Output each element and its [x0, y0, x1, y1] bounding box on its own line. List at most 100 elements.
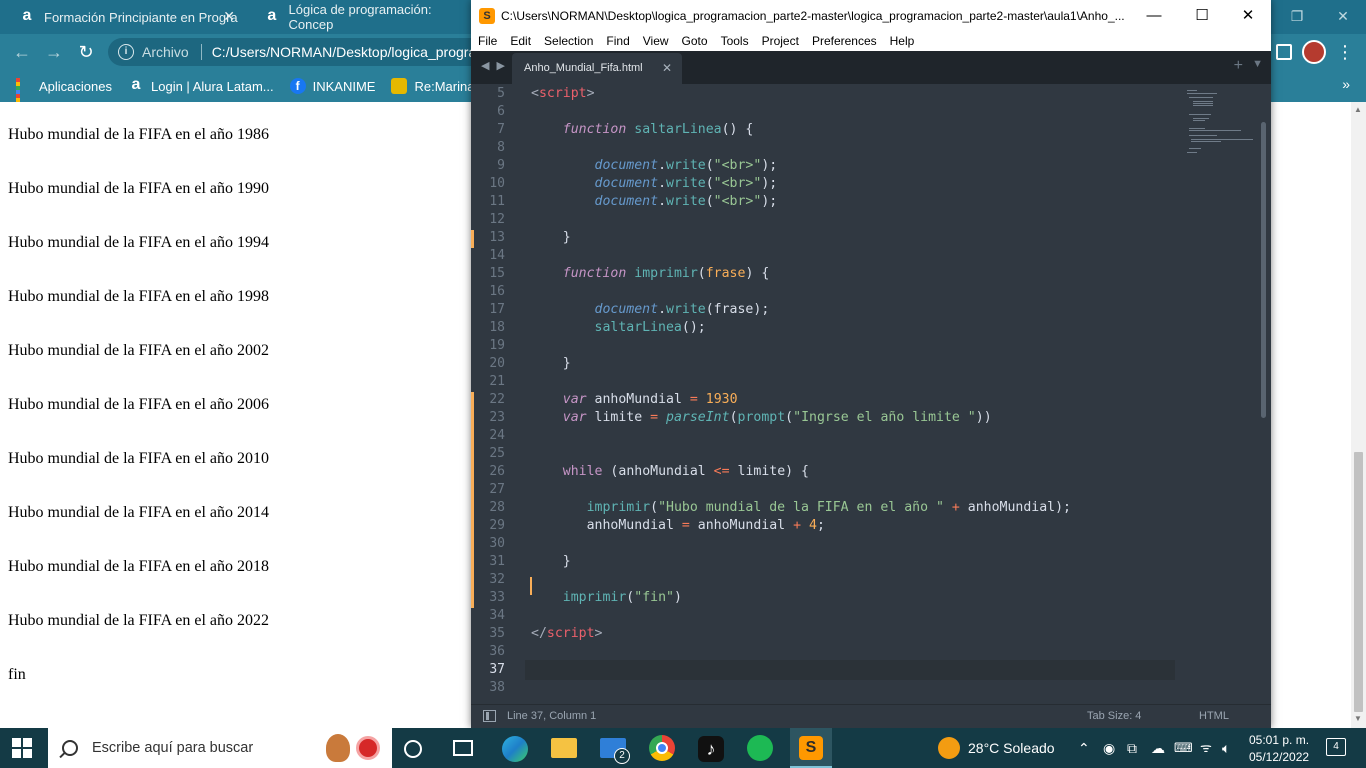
wifi-icon[interactable]: ᯤ — [1200, 728, 1212, 768]
keyboard-icon[interactable]: ⌨ — [1174, 728, 1193, 768]
output-line: Hubo mundial de la FIFA en el año 1994 — [8, 234, 269, 251]
page-scrollbar[interactable]: ▲ ▼ — [1351, 102, 1366, 728]
syntax-mode[interactable]: HTML — [1199, 710, 1229, 722]
forward-icon[interactable]: → — [42, 41, 66, 63]
line-number: 14 — [489, 248, 505, 263]
tiktok-icon[interactable]: ♪ — [698, 736, 724, 762]
text-caret — [530, 577, 532, 595]
menu-goto[interactable]: Goto — [682, 34, 708, 48]
panel-toggle-icon[interactable] — [483, 710, 496, 722]
tab-nav-arrows-icon[interactable]: ◀ ▶ — [481, 59, 507, 72]
alura-icon: a — [267, 7, 277, 24]
menu-project[interactable]: Project — [762, 34, 799, 48]
modified-line-marker — [471, 446, 474, 464]
scroll-down-icon[interactable]: ▼ — [1354, 714, 1362, 723]
sublime-logo-icon: S — [479, 7, 495, 24]
close-tab-icon[interactable]: ✕ — [662, 53, 672, 84]
line-number: 5 — [497, 86, 505, 101]
menu-help[interactable]: Help — [890, 34, 915, 48]
code-line: function imprimir(frase) { — [562, 266, 770, 281]
ornament-icon — [356, 736, 380, 760]
windows-start-icon[interactable] — [12, 738, 32, 758]
code-editor[interactable]: <script> function saltarLinea() { docume… — [525, 84, 1175, 704]
line-number: 23 — [489, 410, 505, 425]
line-number: 8 — [497, 140, 505, 155]
more-bookmarks-icon[interactable]: » — [1342, 76, 1350, 92]
output-line: Hubo mundial de la FIFA en el año 2006 — [8, 396, 269, 413]
tab-anho-mundial[interactable]: Anho_Mundial_Fifa.html ✕ — [512, 53, 682, 84]
maximize-icon[interactable]: ☐ — [1179, 0, 1225, 31]
camera-icon[interactable]: ⧉ — [1127, 728, 1137, 768]
minimap[interactable] — [1177, 84, 1257, 164]
minimize-icon[interactable]: — — [1131, 0, 1177, 31]
avatar[interactable] — [1302, 40, 1326, 64]
menu-find[interactable]: Find — [606, 34, 629, 48]
line-number: 7 — [497, 122, 505, 137]
mask-icon — [391, 78, 408, 94]
task-view-icon[interactable] — [453, 740, 473, 756]
spotify-icon[interactable] — [747, 735, 773, 761]
line-number: 6 — [497, 104, 505, 119]
line-number: 30 — [489, 536, 505, 551]
tab-size[interactable]: Tab Size: 4 — [1087, 710, 1141, 722]
editor-scrollbar[interactable] — [1261, 92, 1266, 692]
code-line: saltarLinea(); — [594, 320, 706, 335]
menu-file[interactable]: File — [478, 34, 497, 48]
chrome-close-icon[interactable]: ✕ — [1320, 0, 1366, 34]
scrollbar-thumb[interactable] — [1354, 452, 1363, 712]
close-icon[interactable]: ✕ — [1225, 0, 1271, 31]
tab-dropdown-icon[interactable]: ▼ — [1252, 58, 1263, 70]
code-line: } — [562, 356, 571, 371]
weather-sun-icon[interactable] — [938, 737, 960, 759]
reload-icon[interactable]: ↻ — [74, 41, 98, 63]
menu-tools[interactable]: Tools — [721, 34, 749, 48]
code-line: document.write("<br>"); — [594, 194, 778, 209]
taskbar-search[interactable]: Escribe aquí para buscar — [48, 728, 392, 768]
output-line: Hubo mundial de la FIFA en el año 2002 — [8, 342, 269, 359]
cloud-icon[interactable]: ☁ — [1151, 728, 1165, 768]
url-text[interactable]: C:/Users/NORMAN/Desktop/logica_progra — [212, 44, 477, 60]
bookmark-apps[interactable]: Aplicaciones — [16, 78, 112, 114]
menu-edit[interactable]: Edit — [510, 34, 531, 48]
bookmark-inkanime[interactable]: f INKANIME — [289, 78, 375, 94]
menu-preferences[interactable]: Preferences — [812, 34, 877, 48]
code-line: anhoMundial = anhoMundial + 4; — [586, 518, 825, 533]
record-icon[interactable]: ◉ — [1103, 728, 1115, 768]
file-explorer-icon[interactable] — [551, 738, 577, 758]
line-number: 25 — [489, 446, 505, 461]
notifications-icon[interactable]: 4 — [1326, 738, 1346, 756]
chrome-tab-logica[interactable]: a Lógica de programación: Concep — [245, 0, 475, 34]
menu-icon[interactable]: ⋮ — [1336, 42, 1354, 63]
volume-icon[interactable]: 🔈︎ — [1222, 728, 1230, 768]
code-line: document.write("<br>"); — [594, 158, 778, 173]
sidepanel-icon[interactable] — [1276, 44, 1292, 60]
code-line: var limite = parseInt(prompt("Ingrse el … — [562, 410, 992, 425]
info-icon[interactable]: i — [118, 44, 134, 60]
cortana-icon[interactable] — [404, 740, 422, 758]
bookmark-alura[interactable]: a Login | Alura Latam... — [128, 77, 274, 94]
close-tab-icon[interactable]: ✕ — [223, 8, 235, 25]
menu-selection[interactable]: Selection — [544, 34, 593, 48]
sublime-taskbar-icon[interactable]: S — [790, 728, 832, 768]
scrollbar-thumb[interactable] — [1261, 122, 1266, 418]
output-line: Hubo mundial de la FIFA en el año 1986 — [8, 126, 269, 143]
weather-text[interactable]: 28°C Soleado — [968, 728, 1055, 768]
sublime-window: S C:\Users\NORMAN\Desktop\logica_program… — [471, 0, 1271, 728]
alura-icon: a — [22, 7, 32, 24]
facebook-icon: f — [289, 78, 306, 94]
clock-date[interactable]: 05/12/2022 — [1249, 749, 1309, 768]
output-line: Hubo mundial de la FIFA en el año 1998 — [8, 288, 269, 305]
show-hidden-icons-icon[interactable]: ⌃ — [1078, 728, 1090, 768]
line-gutter: 5 6 7 8 9 10 11 12 13 14 15 16 17 18 19 20 21 22 23 24 25 26 2… — [471, 84, 527, 704]
chrome-restore-icon[interactable]: ❐ — [1274, 0, 1320, 34]
code-line: <script> — [531, 86, 595, 101]
chrome-tab-formacion[interactable]: a Formación Principiante en Progra ✕ — [0, 0, 245, 34]
back-icon[interactable]: ← — [10, 41, 34, 63]
mail-icon[interactable]: 2 — [600, 738, 630, 764]
chrome-icon[interactable] — [649, 735, 675, 761]
edge-icon[interactable] — [502, 736, 528, 762]
scroll-up-icon[interactable]: ▲ — [1354, 105, 1362, 114]
new-tab-icon[interactable]: + — [1234, 57, 1243, 75]
code-line: } — [562, 554, 571, 569]
menu-view[interactable]: View — [643, 34, 669, 48]
